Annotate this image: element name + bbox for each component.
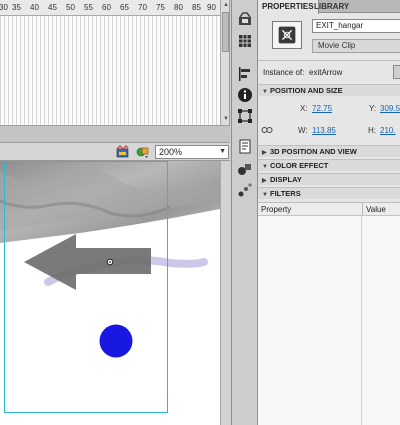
y-label: Y: xyxy=(369,104,377,113)
frame-tick-label: 40 xyxy=(30,3,39,12)
chevron-right-icon: ▶ xyxy=(262,150,267,156)
tab-library[interactable]: LIBRARY xyxy=(310,0,353,13)
column-header-value[interactable]: Value xyxy=(362,203,386,216)
chevron-down-icon: ▼ xyxy=(262,192,268,198)
stage-artwork xyxy=(0,161,220,413)
timeline-vertical-scrollbar[interactable]: ▲ ▼ xyxy=(220,0,229,125)
instance-of-label: Instance of: xyxy=(263,68,305,77)
frame-tick-label: 90 xyxy=(207,3,216,12)
frame-tick-label: 85 xyxy=(192,3,201,12)
timeline-panel: 30 35 40 45 50 55 60 65 70 75 80 85 90 ▲… xyxy=(0,0,230,125)
blue-circle-shape[interactable] xyxy=(99,324,133,358)
motion-presets-icon[interactable] xyxy=(237,182,253,198)
timeline-frame-grid[interactable] xyxy=(0,16,220,125)
stage-vertical-scrollbar[interactable] xyxy=(220,161,230,425)
frame-tick-label: 45 xyxy=(48,3,57,12)
column-header-property[interactable]: Property xyxy=(261,203,291,216)
section-title: 3D POSITION AND VIEW xyxy=(270,147,357,156)
section-filters[interactable]: ▼ FILTERS xyxy=(258,187,400,199)
code-snippets-icon[interactable] xyxy=(237,139,253,155)
h-value[interactable]: 210. xyxy=(380,126,396,135)
stage-canvas[interactable] xyxy=(0,161,220,425)
w-value[interactable]: 113.85 xyxy=(312,126,336,135)
frame-tick-label: 50 xyxy=(66,3,75,12)
h-label: H: xyxy=(368,126,376,135)
swap-symbol-button[interactable] xyxy=(393,65,400,79)
chevron-down-icon: ▼ xyxy=(262,89,268,95)
frame-tick-label: 55 xyxy=(84,3,93,12)
filters-table-header: Property Value xyxy=(258,203,400,216)
frame-tick-label: 65 xyxy=(120,3,129,12)
info-icon[interactable] xyxy=(237,87,253,103)
x-value[interactable]: 72.75 xyxy=(312,104,332,113)
chevron-down-icon: ▼ xyxy=(219,148,226,155)
w-label: W: xyxy=(298,126,308,135)
timeline-scroll-thumb[interactable] xyxy=(222,12,229,52)
section-3d-position-and-view[interactable]: ▶ 3D POSITION AND VIEW xyxy=(258,145,400,157)
align-icon[interactable] xyxy=(237,66,253,82)
section-title: POSITION AND SIZE xyxy=(270,86,343,95)
frame-tick-label: 75 xyxy=(156,3,165,12)
filters-table[interactable]: Property Value xyxy=(258,202,400,425)
instance-of-value: exitArrow xyxy=(309,68,343,77)
x-label: X: xyxy=(300,104,308,113)
section-display[interactable]: ▶ DISPLAY xyxy=(258,173,400,185)
section-title: COLOR EFFECT xyxy=(270,161,329,170)
chevron-right-icon: ▶ xyxy=(262,178,267,184)
scroll-up-icon[interactable]: ▲ xyxy=(222,1,229,9)
panel-icon-strip xyxy=(231,0,258,425)
frame-tick-label: 30 xyxy=(0,3,8,12)
movie-clip-symbol-icon xyxy=(272,21,302,49)
components-icon[interactable] xyxy=(237,161,253,177)
frame-tick-label: 70 xyxy=(138,3,147,12)
frame-tick-label: 80 xyxy=(174,3,183,12)
scroll-down-icon[interactable]: ▼ xyxy=(222,115,229,123)
stage-edit-bar: 200% ▼ xyxy=(0,143,230,161)
zoom-value: 200% xyxy=(159,147,183,157)
symbol-type-select[interactable]: Movie Clip xyxy=(312,39,400,53)
panel-splitter[interactable] xyxy=(0,125,230,143)
transform-icon[interactable] xyxy=(237,108,253,124)
color-swatches-icon[interactable] xyxy=(237,11,253,27)
exit-arrow-symbol[interactable] xyxy=(24,234,151,290)
edit-symbols-icon[interactable] xyxy=(136,145,150,158)
section-color-effect[interactable]: ▼ COLOR EFFECT xyxy=(258,159,400,171)
zoom-select[interactable]: 200% ▼ xyxy=(155,145,229,159)
panel-tabs: PROPERTIES LIBRARY xyxy=(258,0,400,14)
timeline-frame-ruler[interactable]: 30 35 40 45 50 55 60 65 70 75 80 85 90 xyxy=(0,0,220,16)
lock-proportions-icon[interactable] xyxy=(261,125,273,135)
instance-name-input[interactable]: EXIT_hangar xyxy=(312,19,400,33)
frame-tick-label: 60 xyxy=(102,3,111,12)
instance-of-row: Instance of: exitArrow xyxy=(258,60,400,82)
properties-panel: PROPERTIES LIBRARY EXIT_hangar Movie Cli… xyxy=(258,0,400,425)
chevron-down-icon: ▼ xyxy=(262,164,268,170)
section-position-and-size[interactable]: ▼ POSITION AND SIZE xyxy=(258,84,400,96)
section-title: DISPLAY xyxy=(270,175,302,184)
y-value[interactable]: 309.5 xyxy=(380,104,400,113)
grid-panel-icon[interactable] xyxy=(237,33,253,49)
edit-scene-icon[interactable] xyxy=(116,145,130,158)
section-title: FILTERS xyxy=(270,189,301,198)
column-divider xyxy=(361,216,362,425)
frame-tick-label: 35 xyxy=(12,3,21,12)
